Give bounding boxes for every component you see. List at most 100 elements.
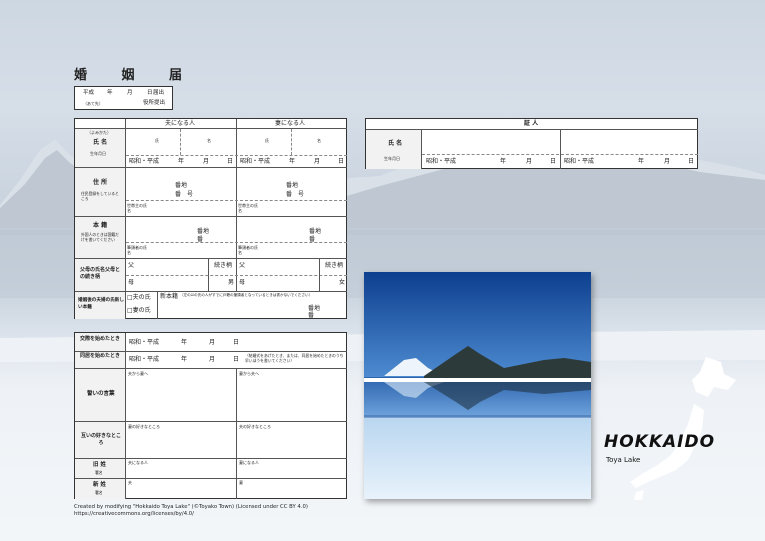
cohab-year: 年 (181, 356, 188, 363)
wife-given-name: 名 (317, 138, 321, 143)
witness2-birth: 昭和・平成 (564, 158, 595, 165)
credit-line-1: Created by modifying "Hokkaido Toya Lake… (74, 504, 308, 510)
witness1-day: 日 (550, 158, 557, 165)
filing-date-box: 平成 年 月 日 届出 （あて先） 役所提出 (74, 86, 173, 110)
old-surname-label: 旧 姓 (93, 462, 106, 468)
witness1-year: 年 (500, 158, 507, 165)
cohab-month: 月 (209, 356, 216, 363)
husband-surname-checkbox[interactable]: □夫の氏 (127, 295, 151, 301)
wife-surname-checkbox[interactable]: □妻の氏 (127, 308, 151, 314)
husband-hitsutousha: 筆頭者の氏名 (127, 245, 147, 256)
surname-label: 婚姻後の夫婦の氏新しい本籍 (78, 298, 124, 310)
likes-right: 夫の好きなところ (239, 424, 271, 429)
husband-given-name: 名 (207, 138, 211, 143)
wife-honseki-banchi: 番地 (309, 228, 322, 235)
new-honseki-note: （左の☑の氏の人がすでに戸籍の筆頭者となっているときは書かないでください） (180, 293, 313, 297)
wife-birth: 昭和・平成 (240, 158, 271, 165)
brand-title: HOKKAIDO (604, 432, 716, 452)
husband-birth-year: 年 (178, 158, 185, 165)
husband-householder: 世帯主の氏名 (127, 203, 147, 214)
husband-address-ban: 番 号 (175, 191, 194, 198)
dating-date: 昭和・平成 (129, 339, 160, 346)
new-surname-right: 妻 (239, 480, 243, 485)
location-label: Toya Lake (606, 456, 641, 464)
wife-householder: 世帯主の氏名 (238, 203, 258, 214)
witness2-month: 月 (664, 158, 671, 165)
cohab-note: （結婚式をあげたとき、または、同居を始めたときのうち早いほうを書いてください） (245, 353, 344, 364)
cohab-label: 同居を始めたとき (80, 353, 121, 359)
wife-address-banchi: 番地 (286, 182, 299, 189)
husband-honseki-banchi: 番地 (197, 228, 210, 235)
vows-left: 夫から妻へ (128, 371, 148, 376)
credit-line-2: https://creativecommons.org/licenses/by/… (74, 511, 194, 517)
dating-year: 年 (181, 339, 188, 346)
main-form: 夫になる人 妻になる人 （よみかた） 氏 名 生年月日 氏 名 氏 名 昭和・平… (74, 118, 347, 319)
wife-father: 父 (239, 262, 246, 269)
addressee: 役所提出 (143, 100, 166, 106)
wife-birth-year: 年 (289, 158, 296, 165)
honseki-label: 本 籍 (93, 222, 108, 229)
wife-daughter: 女 (339, 279, 346, 286)
husband-mother: 母 (128, 279, 135, 286)
dating-label: 交際を始めたとき (80, 336, 121, 342)
name-label: 氏 名 (93, 139, 108, 146)
husband-relationship: 続き柄 (214, 262, 233, 269)
form-title: 婚 姻 届 (74, 68, 198, 83)
dating-day: 日 (233, 339, 240, 346)
wife-mother: 母 (239, 279, 246, 286)
old-surname-right: 妻になる人 (239, 460, 259, 465)
birth-label: 生年月日 (90, 151, 106, 156)
husband-birth-day: 日 (227, 158, 234, 165)
wife-header: 妻になる人 (275, 120, 306, 127)
witness-name-label: 氏 名 (388, 140, 403, 147)
witness-birth-label: 生年月日 (384, 156, 400, 161)
likes-label: 互いの好きなところ (81, 433, 122, 446)
witness2-day: 日 (688, 158, 695, 165)
vows-right: 妻から夫へ (239, 371, 259, 376)
witness1-birth: 昭和・平成 (426, 158, 457, 165)
witness2-year: 年 (638, 158, 645, 165)
japan-map-icon (630, 357, 736, 500)
address-note: 住民登録をしているところ (81, 191, 119, 201)
wife-hitsutousha: 筆頭者の氏名 (238, 245, 258, 256)
old-surname-sub: 署名 (95, 470, 103, 475)
witness-header: 証 人 (524, 120, 539, 127)
new-honseki-ban: 番 (308, 312, 315, 319)
wife-family-name: 氏 (265, 138, 269, 143)
witness1-month: 月 (526, 158, 533, 165)
relationship-form: 交際を始めたとき 昭和・平成 年 月 日 同居を始めたとき 昭和・平成 年 月 … (74, 332, 347, 499)
witness-box: 証 人 氏 名 生年月日 昭和・平成 年 月 日 昭和・平成 年 月 日 (365, 118, 698, 169)
dating-month: 月 (209, 339, 216, 346)
filing-day: 日 (147, 90, 153, 96)
husband-family-name: 氏 (155, 138, 159, 143)
wife-birth-day: 日 (338, 158, 345, 165)
cohab-date: 昭和・平成 (129, 356, 160, 363)
furigana-label: （よみかた） (87, 130, 111, 135)
husband-birth-month: 月 (203, 158, 210, 165)
likes-left: 妻の好きなところ (128, 424, 160, 429)
husband-header: 夫になる人 (165, 120, 196, 127)
new-surname-sub: 署名 (95, 490, 103, 495)
filing-filed: 届出 (153, 90, 165, 96)
wife-address-ban: 番 号 (286, 191, 305, 198)
filing-month: 月 (127, 90, 133, 96)
cohab-day: 日 (233, 356, 240, 363)
addressee-note: （あて先） (83, 101, 103, 106)
husband-birth: 昭和・平成 (129, 158, 160, 165)
old-surname-left: 夫になる人 (128, 460, 148, 465)
husband-address-banchi: 番地 (175, 182, 188, 189)
address-label: 住 所 (93, 179, 108, 186)
parents-label: 父母の氏名父母との続き柄 (80, 267, 121, 280)
new-surname-left: 夫 (128, 480, 132, 485)
husband-son: 男 (228, 279, 235, 286)
husband-father: 父 (128, 262, 135, 269)
new-honseki: 新本籍 (160, 293, 179, 300)
filing-year: 年 (107, 90, 113, 96)
vows-label: 誓いの言葉 (87, 391, 115, 397)
filing-era: 平成 (83, 90, 95, 96)
wife-birth-month: 月 (314, 158, 321, 165)
new-surname-label: 新 姓 (93, 482, 106, 488)
honseki-note: 外国人のときは国籍だけを書いてください (81, 232, 119, 242)
toya-lake-photo (364, 272, 591, 499)
wife-relationship: 続き柄 (325, 262, 344, 269)
